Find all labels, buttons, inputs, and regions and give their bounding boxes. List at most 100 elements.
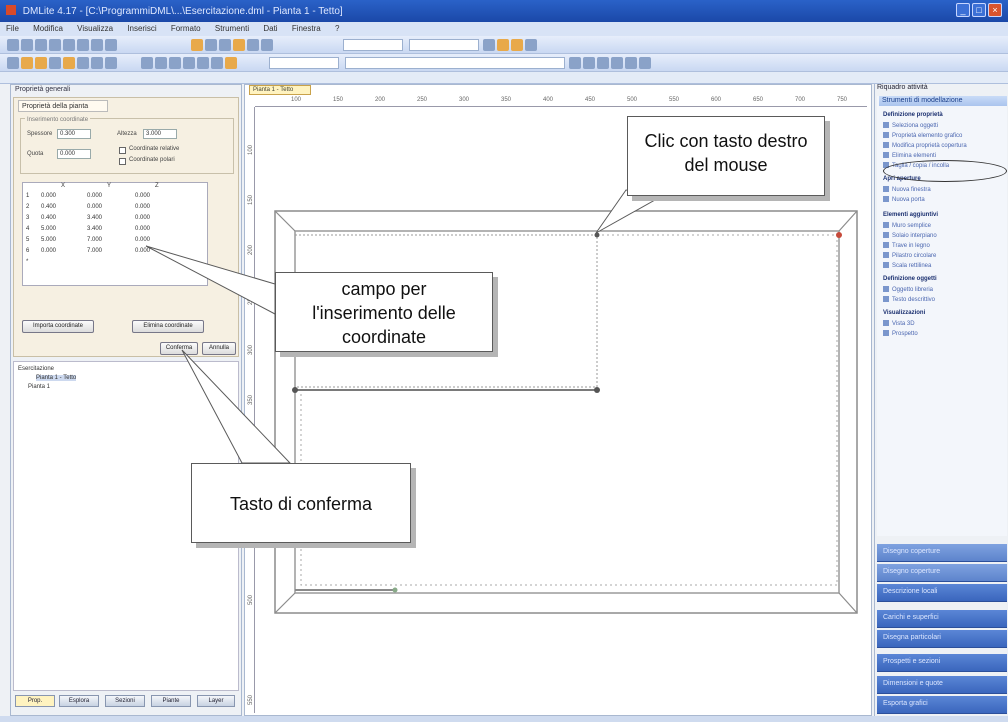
thickness-input[interactable]: 0.300: [57, 129, 91, 139]
cell-x[interactable]: 0.400: [41, 204, 83, 210]
rotate-icon[interactable]: [155, 57, 167, 69]
material-select[interactable]: [345, 57, 565, 69]
tab-layers[interactable]: Layer: [197, 695, 235, 707]
props-tab[interactable]: Proprietà della pianta: [18, 100, 108, 112]
cancel-button[interactable]: Annulla: [202, 342, 236, 355]
task-group-button[interactable]: Descrizione locali: [877, 584, 1007, 602]
vertex-handle[interactable]: [392, 587, 398, 593]
import-coordinates-button[interactable]: Importa coordinate: [22, 320, 94, 333]
cell-y[interactable]: 7.000: [87, 237, 129, 243]
menu-item-window[interactable]: Finestra: [292, 24, 321, 33]
line-icon[interactable]: [569, 57, 581, 69]
cell-z[interactable]: 0.000: [135, 193, 177, 199]
cell-x[interactable]: 0.000: [41, 248, 83, 254]
height-input[interactable]: 3.000: [143, 129, 177, 139]
grid-row[interactable]: 5 5.000 7.000 0.000: [23, 237, 209, 248]
delete-coordinates-button[interactable]: Elimina coordinate: [132, 320, 204, 333]
tree-item-selected[interactable]: Pianta 1 - Tetto: [36, 375, 77, 381]
mirror-icon[interactable]: [169, 57, 181, 69]
cell-z[interactable]: 0.000: [135, 248, 177, 254]
hatch-icon[interactable]: [625, 57, 637, 69]
offset-icon[interactable]: [211, 57, 223, 69]
grid-row[interactable]: 4 5.000 3.400 0.000: [23, 226, 209, 237]
task-link[interactable]: Pilastro circolare: [883, 252, 936, 259]
task-pane-band[interactable]: Strumenti di modellazione: [879, 96, 1007, 106]
door-icon[interactable]: [63, 57, 75, 69]
floor-select[interactable]: [409, 39, 479, 51]
task-link[interactable]: Prospetto: [883, 330, 918, 337]
menu-item-tools[interactable]: Strumenti: [215, 24, 249, 33]
task-link[interactable]: Scala rettilinea: [883, 262, 931, 269]
task-group-button[interactable]: Prospetti e sezioni: [877, 654, 1007, 672]
copy-icon[interactable]: [91, 39, 103, 51]
elevation-input[interactable]: 0.000: [57, 149, 91, 159]
cell-z[interactable]: 0.000: [135, 215, 177, 221]
extend-icon[interactable]: [197, 57, 209, 69]
tree-item-plan[interactable]: Pianta 1: [28, 384, 50, 390]
trim-icon[interactable]: [183, 57, 195, 69]
grid-row[interactable]: 1 0.000 0.000 0.000: [23, 193, 209, 204]
cell-y[interactable]: 7.000: [87, 248, 129, 254]
tab-sections[interactable]: Sezioni: [105, 695, 145, 707]
cell-y[interactable]: 3.400: [87, 215, 129, 221]
task-group-button[interactable]: Dimensioni e quote: [877, 676, 1007, 694]
refresh-icon[interactable]: [261, 39, 273, 51]
task-group-button[interactable]: Disegno coperture: [877, 564, 1007, 582]
task-link[interactable]: Elimina elementi: [883, 152, 936, 159]
grid-row[interactable]: 3 0.400 3.400 0.000: [23, 215, 209, 226]
grid-icon[interactable]: [483, 39, 495, 51]
task-link[interactable]: Solaio interpiano: [883, 232, 937, 239]
ortho-icon[interactable]: [511, 39, 523, 51]
tree-item-project[interactable]: Esercitazione: [18, 366, 54, 372]
tab-explorer[interactable]: Esplora: [59, 695, 99, 707]
paste-icon[interactable]: [105, 39, 117, 51]
task-group-button[interactable]: Disegno coperture: [877, 544, 1007, 562]
zoom-icon[interactable]: [233, 39, 245, 51]
cell-z[interactable]: 0.000: [135, 204, 177, 210]
array-icon[interactable]: [225, 57, 237, 69]
menu-item-view[interactable]: Visualizza: [77, 24, 113, 33]
slab-icon[interactable]: [21, 57, 33, 69]
print-icon[interactable]: [49, 39, 61, 51]
cell-y[interactable]: 0.000: [87, 204, 129, 210]
open-icon[interactable]: [21, 39, 33, 51]
cell-x[interactable]: 0.400: [41, 215, 83, 221]
coordinate-grid[interactable]: X Y Z 1 0.000 0.000 0.000 2 0.400 0.000 …: [22, 182, 208, 286]
confirm-button[interactable]: Conferma: [160, 342, 198, 355]
task-group-button[interactable]: Carichi e superfici: [877, 610, 1007, 628]
column-icon[interactable]: [77, 57, 89, 69]
task-link[interactable]: Testo descrittivo: [883, 296, 935, 303]
maximize-button[interactable]: □: [972, 3, 986, 17]
task-link[interactable]: Vista 3D: [883, 320, 915, 327]
cell-x[interactable]: 5.000: [41, 226, 83, 232]
window-icon[interactable]: [49, 57, 61, 69]
menu-item-file[interactable]: File: [6, 24, 19, 33]
layer-select[interactable]: [343, 39, 403, 51]
cell-z[interactable]: 0.000: [135, 226, 177, 232]
vertex-handle[interactable]: [594, 232, 600, 238]
task-link[interactable]: Nuova porta: [883, 196, 925, 203]
cell-y[interactable]: 0.000: [87, 193, 129, 199]
task-link[interactable]: Oggetto libreria: [883, 286, 933, 293]
task-link[interactable]: Proprietà elemento grafico: [883, 132, 962, 139]
minimize-button[interactable]: _: [956, 3, 970, 17]
task-link[interactable]: Muro semplice: [883, 222, 931, 229]
cell-z[interactable]: 0.000: [135, 237, 177, 243]
wall-icon[interactable]: [7, 57, 19, 69]
grid-row-new[interactable]: *: [23, 259, 209, 270]
roof-icon[interactable]: [35, 57, 47, 69]
stair-icon[interactable]: [105, 57, 117, 69]
move-icon[interactable]: [141, 57, 153, 69]
tab-properties[interactable]: Prop.: [15, 695, 55, 707]
style-select[interactable]: [269, 57, 339, 69]
task-group-button[interactable]: Esporta grafici: [877, 696, 1007, 714]
task-link[interactable]: Trave in legno: [883, 242, 930, 249]
menu-item-edit[interactable]: Modifica: [33, 24, 63, 33]
grid-row[interactable]: 6 0.000 7.000 0.000: [23, 248, 209, 259]
save-icon[interactable]: [35, 39, 47, 51]
vertex-handle[interactable]: [292, 387, 298, 393]
dimension-icon[interactable]: [597, 57, 609, 69]
measure-icon[interactable]: [525, 39, 537, 51]
cell-y[interactable]: 3.400: [87, 226, 129, 232]
menu-item-format[interactable]: Formato: [171, 24, 201, 33]
